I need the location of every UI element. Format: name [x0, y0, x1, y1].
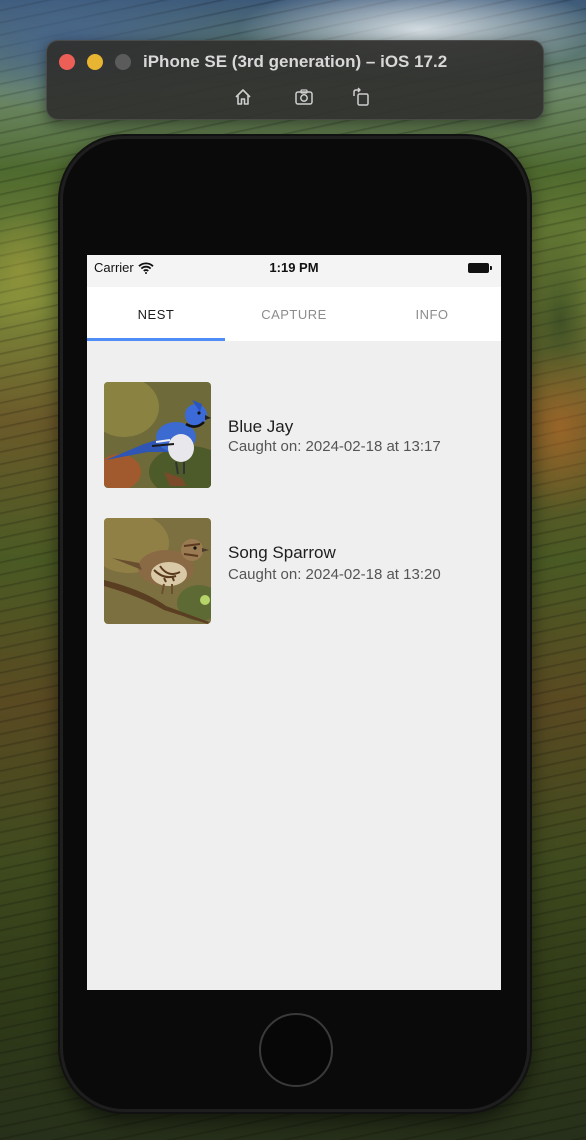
simulator-titlebar: iPhone SE (3rd generation) – iOS 17.2 — [46, 40, 544, 120]
tab-nest[interactable]: NEST — [87, 287, 225, 341]
status-time: 1:19 PM — [269, 260, 319, 275]
close-window-button[interactable] — [59, 54, 75, 70]
blue-jay-image — [104, 382, 211, 488]
bird-name: Song Sparrow — [228, 543, 336, 562]
bird-caught-date: Caught on: 2024-02-18 at 13:17 — [228, 438, 441, 455]
bird-name: Blue Jay — [228, 417, 294, 436]
song-sparrow-image — [104, 518, 211, 624]
app-screen: Carrier 1:19 PM NEST CAPTURE INFO Blue J… — [87, 255, 501, 990]
bird-caught-date: Caught on: 2024-02-18 at 13:20 — [228, 566, 441, 583]
tab-info[interactable]: INFO — [363, 287, 501, 341]
tab-bar: NEST CAPTURE INFO — [87, 287, 501, 341]
simulator-title: iPhone SE (3rd generation) – iOS 17.2 — [143, 52, 448, 71]
list-item-song-sparrow[interactable]: Song Sparrow Caught on: 2024-02-18 at 13… — [104, 518, 484, 626]
status-bar: Carrier 1:19 PM — [87, 255, 501, 287]
rotate-icon[interactable] — [349, 85, 373, 109]
zoom-window-button[interactable] — [115, 54, 131, 70]
list-item-blue-jay[interactable]: Blue Jay Caught on: 2024-02-18 at 13:17 — [104, 382, 484, 490]
battery-icon — [468, 263, 492, 273]
screenshot-icon[interactable] — [292, 85, 316, 109]
minimize-window-button[interactable] — [87, 54, 103, 70]
home-button[interactable] — [259, 1013, 333, 1087]
home-icon[interactable] — [231, 85, 255, 109]
tab-capture[interactable]: CAPTURE — [225, 287, 363, 341]
